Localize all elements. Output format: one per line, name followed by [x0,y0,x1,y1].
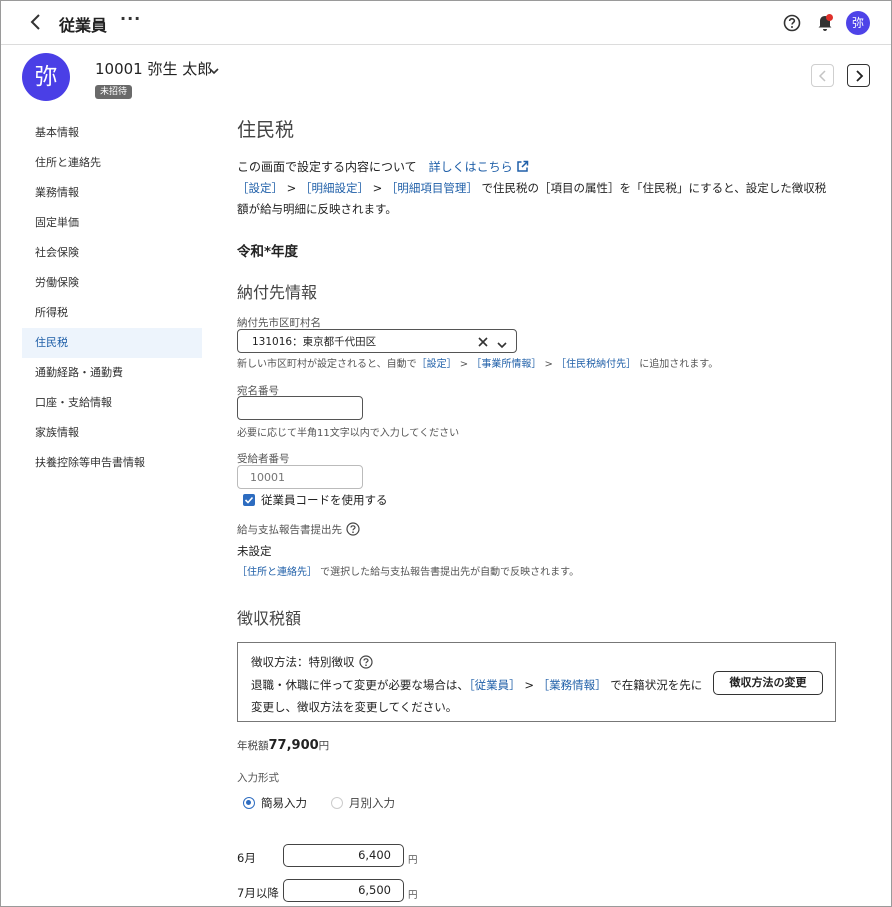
sidebar-item-bank-payment[interactable]: 口座・支給情報 [22,388,202,418]
employee-avatar: 弥 [22,53,70,101]
sidebar-item-work-info[interactable]: 業務情報 [22,178,202,208]
input-type-radio-group: 簡易入力 月別入力 [243,795,395,811]
june-amount-input[interactable]: 6,400 [283,844,404,867]
settings-link[interactable]: ［設定］ [417,359,457,370]
recipient-number-input[interactable] [237,465,363,489]
addressee-number-hint: 必要に応じて半角11文字以内で入力してください [237,428,460,439]
municipality-select[interactable]: 131016：東京都千代田区 [237,329,517,353]
radio-simple-input-label[interactable]: 簡易入力 [261,796,307,810]
annual-tax-amount: 77,900 [268,738,319,753]
annual-tax: 年税額77,900円 [237,738,329,753]
breadcrumb-separator: > [368,181,386,195]
resident-tax-payee-link[interactable]: ［住民税納付先］ [556,359,636,370]
recipient-number-label: 受給者番号 [237,453,290,465]
status-badge: 未招待 [95,85,133,99]
previous-employee-button[interactable] [811,64,834,87]
back-button[interactable] [29,13,47,33]
work-info-link[interactable]: ［業務情報］ [538,678,607,692]
breadcrumb-separator: > [456,359,472,370]
help-icon[interactable] [783,14,801,32]
sidebar-item-basic-info[interactable]: 基本情報 [22,118,202,148]
breadcrumb-separator: > [520,678,538,692]
detail-settings-link[interactable]: ［明細設定］ [300,181,369,195]
user-avatar[interactable]: 弥 [846,11,870,35]
collection-method-text: 徴収方法：特別徴収 [251,655,355,669]
details-link-label: 詳しくはこちら [428,160,513,174]
report-destination-label: 給与支払報告書提出先 [237,522,360,539]
notification-dot [826,14,833,21]
sidebar-item-income-tax[interactable]: 所得税 [22,298,202,328]
help-icon[interactable] [346,522,360,539]
hint-text: で選択した給与支払報告書提出先が自動で反映されます。 [317,567,580,578]
input-type-label: 入力形式 [237,772,279,784]
address-contact-link[interactable]: ［住所と連絡先］ [237,567,317,578]
payee-section-title: 納付先情報 [237,283,318,302]
sidebar-item-dependent-declaration[interactable]: 扶養控除等申告書情報 [22,448,202,478]
municipality-value: 131016：東京都千代田区 [252,336,377,348]
page-title: 従業員 [59,16,108,35]
change-collection-method-button[interactable]: 徴収方法の変更 [713,671,823,695]
employee-name[interactable]: 10001 弥生 太郎 [95,58,212,79]
clear-icon[interactable] [478,336,488,350]
report-destination-hint: ［住所と連絡先］ で選択した給与支払報告書提出先が自動で反映されます。 [237,563,579,578]
sidebar-item-resident-tax[interactable]: 住民税 [22,328,202,358]
top-bar: 従業員 ··· 弥 [1,1,891,45]
sidebar-item-family[interactable]: 家族情報 [22,418,202,448]
help-icon[interactable] [358,655,373,672]
more-menu-button[interactable]: ··· [120,9,141,28]
chevron-down-icon[interactable] [209,64,219,75]
radio-simple-input[interactable] [243,797,255,809]
use-employee-code-checkbox[interactable]: 従業員コードを使用する [243,492,388,508]
collect-section-title: 徴収税額 [237,609,302,628]
radio-monthly-input-label[interactable]: 月別入力 [349,796,395,810]
report-label-text: 給与支払報告書提出先 [237,524,342,536]
checkbox-checked[interactable] [243,494,255,506]
about-line: この画面で設定する内容について 詳しくはこちら [237,158,529,176]
municipality-hint: 新しい市区町村が設定されると、自動で［設定］ > ［事業所情報］ > ［住民税納… [237,355,718,370]
hint-text: に追加されます。 [636,359,719,370]
chevron-left-icon [818,70,826,82]
section-title: 住民税 [237,119,295,141]
settings-link[interactable]: ［設定］ [237,181,283,195]
yen-unit: 円 [408,855,418,866]
about-text: この画面で設定する内容について [237,160,417,174]
collection-method-box: 徴収方法：特別徴収 退職・休職に伴って変更が必要な場合は、［従業員］ > ［業務… [237,642,836,722]
sidebar-item-labor-insurance[interactable]: 労働保険 [22,268,202,298]
hint-text: 新しい市区町村が設定されると、自動で [237,359,417,370]
next-employee-button[interactable] [847,64,870,87]
checkbox-label: 従業員コードを使用する [261,493,388,507]
breadcrumb-separator: > [283,181,300,195]
radio-monthly-input[interactable] [331,797,343,809]
office-info-link[interactable]: ［事業所情報］ [471,359,541,370]
july-onward-label: 7月以降 [237,886,279,900]
employee-link[interactable]: ［従業員］ [469,678,521,692]
report-destination-value: 未設定 [237,544,272,558]
sidebar-nav: 基本情報 住所と連絡先 業務情報 固定単価 社会保険 労働保険 所得税 住民税 … [22,118,202,478]
yen-unit: 円 [318,740,330,752]
breadcrumb-separator: > [541,359,557,370]
sidebar-item-address-contact[interactable]: 住所と連絡先 [22,148,202,178]
chevron-left-icon [30,14,40,30]
fiscal-year: 令和*年度 [237,244,299,260]
detail-item-management-link[interactable]: ［明細項目管理］ [386,181,478,195]
external-link-icon [516,160,529,176]
july-onward-amount-input[interactable]: 6,500 [283,879,404,902]
annual-tax-label: 年税額 [237,740,269,752]
sidebar-item-commute[interactable]: 通勤経路・通勤費 [22,358,202,388]
chevron-right-icon [856,70,864,82]
note-text: 退職・休職に伴って変更が必要な場合は、 [251,678,469,692]
addressee-number-input[interactable] [237,396,363,420]
collection-method-note: 退職・休職に伴って変更が必要な場合は、［従業員］ > ［業務情報］ で在籍状況を… [251,674,711,718]
description: ［設定］ > ［明細設定］ > ［明細項目管理］ で住民税の［項目の属性］を「住… [237,178,835,220]
chevron-down-icon[interactable] [497,338,507,352]
yen-unit: 円 [408,890,418,901]
june-label: 6月 [237,851,256,865]
details-link[interactable]: 詳しくはこちら [429,160,529,174]
sidebar-item-social-insurance[interactable]: 社会保険 [22,238,202,268]
collection-method: 徴収方法：特別徴収 [251,654,373,672]
municipality-label: 納付先市区町村名 [237,317,321,329]
sidebar-item-fixed-rate[interactable]: 固定単価 [22,208,202,238]
